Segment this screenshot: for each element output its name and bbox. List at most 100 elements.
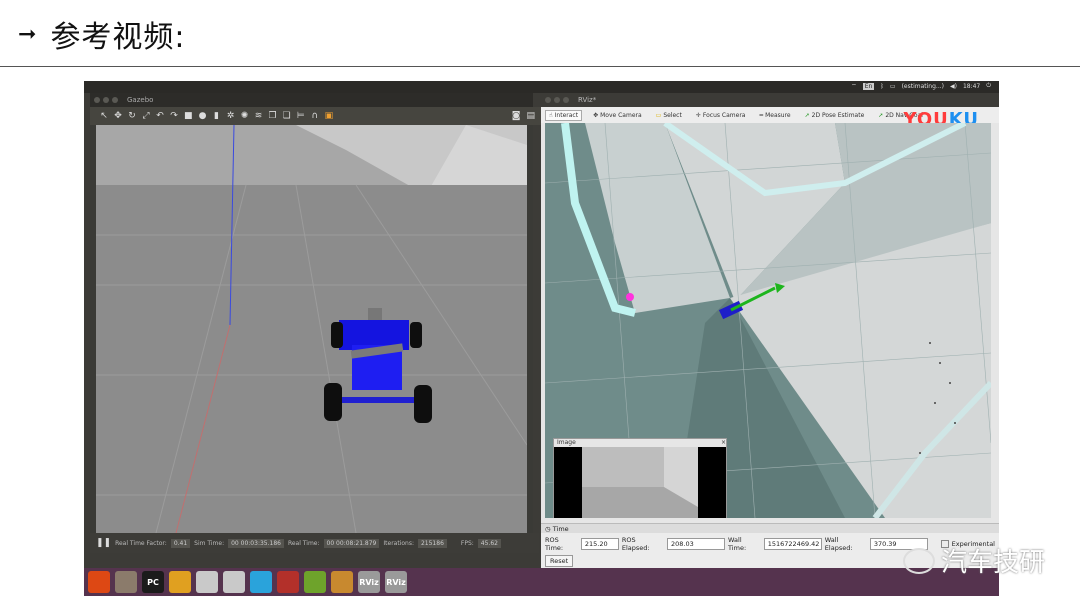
wall-time-label: Wall Time: bbox=[728, 536, 747, 552]
tool-focus-camera[interactable]: ✛ Focus Camera bbox=[693, 111, 749, 120]
battery-icon[interactable]: ▭ bbox=[890, 83, 896, 90]
image-panel-title: Image bbox=[557, 439, 576, 446]
nvidia-icon[interactable] bbox=[304, 571, 326, 593]
rotate-mode-icon[interactable]: ↻ bbox=[128, 111, 136, 121]
clock-icon: ◷ bbox=[545, 524, 551, 533]
scale-mode-icon[interactable]: ⤢ bbox=[142, 111, 150, 121]
wechat-brand: 汽车技研 bbox=[941, 548, 1046, 578]
iterations-label: Iterations: bbox=[383, 539, 414, 547]
slide-title: ➞ 参考视频: bbox=[18, 14, 186, 55]
image-panel: Image × bbox=[553, 438, 727, 518]
fps-label: FPS: bbox=[460, 539, 474, 547]
spot-light-icon[interactable]: ✺ bbox=[241, 111, 249, 121]
focus-camera-icon: ✛ bbox=[695, 111, 701, 119]
rviz-icon[interactable]: RViz bbox=[358, 571, 380, 593]
maximize-icon[interactable] bbox=[112, 97, 118, 103]
volume-icon[interactable]: ◀) bbox=[950, 83, 957, 90]
translate-mode-icon[interactable]: ✥ bbox=[114, 111, 122, 121]
rviz-title: RViz* bbox=[578, 96, 597, 104]
wall-time-field[interactable]: 1516722469.42 bbox=[763, 538, 822, 550]
telegram-icon[interactable] bbox=[250, 571, 272, 593]
reset-button[interactable]: Reset bbox=[545, 555, 574, 567]
camera-image bbox=[554, 447, 726, 518]
rviz-window: RViz* ☝ Interact ✥ Move Camera ▭ Select ✛ Fo… bbox=[541, 93, 999, 569]
align-icon[interactable]: ⊨ bbox=[297, 111, 305, 121]
gazebo-3d-viewport[interactable] bbox=[96, 125, 527, 533]
cylinder-shape-icon[interactable]: ▮ bbox=[213, 111, 221, 121]
gazebo-title-bar: Gazebo bbox=[90, 93, 533, 107]
real-time-factor-label: Real Time Factor: bbox=[115, 539, 167, 547]
chrome-icon[interactable] bbox=[169, 571, 191, 593]
drive-icon[interactable] bbox=[196, 571, 218, 593]
ros-time-field[interactable]: 215.20 bbox=[580, 538, 619, 550]
paste-icon[interactable]: ❏ bbox=[283, 111, 291, 121]
change-view-icon[interactable]: ▣ bbox=[325, 111, 334, 121]
tool-move-camera[interactable]: ✥ Move Camera bbox=[590, 111, 645, 120]
screenshot-icon[interactable]: ◙ bbox=[512, 111, 521, 121]
record-icon[interactable]: ▤ bbox=[526, 111, 535, 121]
files-icon[interactable] bbox=[115, 571, 137, 593]
launcher-dock: PC RViz RViz bbox=[84, 568, 999, 596]
tool-2d-pose-estimate[interactable]: ➚ 2D Pose Estimate bbox=[802, 111, 868, 120]
gazebo-title: Gazebo bbox=[127, 96, 154, 104]
box-shape-icon[interactable]: ■ bbox=[184, 111, 193, 121]
directional-light-icon[interactable]: ≋ bbox=[255, 111, 263, 121]
ubuntu-icon[interactable] bbox=[88, 571, 110, 593]
ros-elapsed-field[interactable]: 208.03 bbox=[667, 538, 726, 550]
ros-time-label: ROS Time: bbox=[545, 536, 564, 552]
gazebo-window: Gazebo ↖ ✥ ↻ ⤢ ↶ ↷ ■ ● ▮ ✲ ✺ ≋ ❐ ❏ ⊨ ∩ ▣… bbox=[90, 93, 543, 553]
close-icon[interactable] bbox=[94, 97, 100, 103]
pause-icon[interactable]: ❚❚ bbox=[96, 538, 111, 548]
battery-status: (estimating...) bbox=[901, 82, 944, 90]
keyboard-layout[interactable]: En bbox=[862, 82, 875, 90]
wifi-icon[interactable]: ⌔ bbox=[851, 82, 857, 90]
tool-interact[interactable]: ☝ Interact bbox=[545, 109, 583, 121]
measure-icon: ═ bbox=[759, 111, 764, 119]
select-mode-icon[interactable]: ↖ bbox=[100, 111, 108, 121]
time-panel-header: ◷ Time bbox=[541, 524, 999, 533]
fps-value: 45.62 bbox=[477, 538, 501, 548]
image-panel-header: Image × bbox=[554, 439, 726, 447]
iterations-value: 215186 bbox=[417, 538, 447, 548]
power-icon[interactable]: ⏻ bbox=[986, 82, 991, 90]
gazebo-status-bar: ❚❚ Real Time Factor: 0.41 Sim Time: 00 0… bbox=[90, 533, 539, 553]
tool-select[interactable]: ▭ Select bbox=[653, 111, 685, 120]
rviz-3d-view[interactable]: Image × bbox=[545, 123, 991, 518]
snap-icon[interactable]: ∩ bbox=[311, 111, 319, 121]
drive-icon[interactable] bbox=[223, 571, 245, 593]
close-icon[interactable] bbox=[545, 97, 551, 103]
real-time-label: Real Time: bbox=[287, 539, 320, 547]
wechat-watermark: 汽车技研 bbox=[903, 542, 1045, 579]
minimize-icon[interactable] bbox=[103, 97, 109, 103]
ros-elapsed-label: ROS Elapsed: bbox=[621, 536, 650, 552]
divider bbox=[0, 66, 1080, 67]
sim-time-value: 00 00:03:35.186 bbox=[228, 538, 284, 548]
wechat-logo-icon bbox=[903, 547, 935, 574]
rviz-icon[interactable]: RViz bbox=[385, 571, 407, 593]
screen-recorder-icon[interactable] bbox=[277, 571, 299, 593]
minimize-icon[interactable] bbox=[554, 97, 560, 103]
interact-icon: ☝ bbox=[549, 111, 553, 119]
maximize-icon[interactable] bbox=[563, 97, 569, 103]
tool-measure[interactable]: ═ Measure bbox=[756, 111, 793, 120]
package-icon[interactable] bbox=[331, 571, 353, 593]
wall-elapsed-label: Wall Elapsed: bbox=[824, 536, 853, 552]
clock[interactable]: 18:47 bbox=[963, 83, 980, 90]
sphere-shape-icon[interactable]: ● bbox=[199, 111, 207, 121]
slide-title-text: 参考视频: bbox=[50, 20, 186, 55]
nav-goal-icon: ➚ bbox=[878, 111, 884, 119]
close-icon[interactable]: × bbox=[721, 439, 726, 447]
copy-icon[interactable]: ❐ bbox=[269, 111, 277, 121]
undo-icon[interactable]: ↶ bbox=[156, 111, 164, 121]
bluetooth-icon[interactable]: ᛒ bbox=[880, 83, 884, 90]
time-panel-title: Time bbox=[552, 524, 569, 533]
pose-estimate-icon: ➚ bbox=[804, 111, 810, 119]
gazebo-toolbar: ↖ ✥ ↻ ⤢ ↶ ↷ ■ ● ▮ ✲ ✺ ≋ ❐ ❏ ⊨ ∩ ▣ ◙ ▤ bbox=[90, 107, 543, 125]
pycharm-icon[interactable]: PC bbox=[142, 571, 164, 593]
move-camera-icon: ✥ bbox=[593, 111, 599, 119]
arrow-right-icon: ➞ bbox=[18, 21, 37, 47]
point-light-icon[interactable]: ✲ bbox=[227, 111, 235, 121]
sim-time-label: Sim Time: bbox=[194, 539, 225, 547]
redo-icon[interactable]: ↷ bbox=[170, 111, 178, 121]
real-time-value: 00 00:08:21.879 bbox=[323, 538, 380, 548]
